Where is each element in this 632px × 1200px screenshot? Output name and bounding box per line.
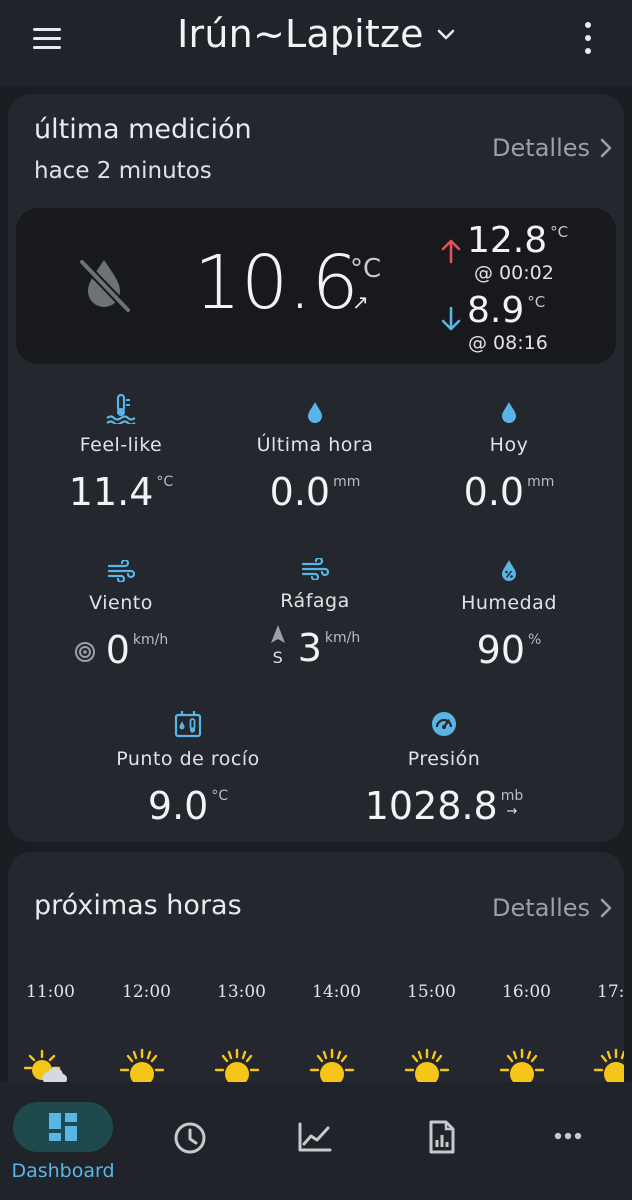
feel-like-metric: Feel-like 11.4 °C — [28, 390, 214, 514]
wind-label: Viento — [89, 592, 153, 614]
pressure-metric: Presión 1028.8 mb → — [324, 704, 564, 828]
nav-more[interactable] — [504, 1082, 632, 1200]
wind-icon — [301, 558, 329, 580]
current-conditions-card: última medición hace 2 minutos Detalles … — [8, 94, 624, 842]
more-horiz-icon — [554, 1132, 582, 1140]
clock-icon — [174, 1122, 206, 1154]
wind-direction-icon — [270, 625, 285, 643]
min-temperature-time: @ 08:16 — [468, 332, 548, 354]
feel-like-unit: °C — [156, 474, 174, 490]
gust-metric: Ráfaga S 3 km/h — [222, 546, 408, 670]
details-label: Detalles — [492, 894, 590, 922]
feel-like-value: 11.4 — [68, 470, 154, 514]
dew-point-icon — [174, 711, 202, 738]
gust-unit: km/h — [324, 630, 361, 646]
feel-like-label: Feel-like — [79, 434, 163, 456]
humidity-icon — [502, 560, 516, 581]
forecast-hour: 11:00 — [26, 982, 75, 1002]
dashboard-icon — [49, 1113, 77, 1141]
temperature-unit: °C — [350, 254, 382, 284]
pressure-value: 1028.8 — [364, 784, 498, 828]
last-hour-unit: mm — [333, 474, 361, 490]
more-vert-icon[interactable] — [578, 22, 598, 56]
forecast-hour: 14:00 — [312, 982, 361, 1002]
top-app-bar: Irún~Lapitze — [0, 0, 632, 86]
last-hour-label: Última hora — [256, 434, 374, 456]
gust-value: 3 — [297, 626, 322, 670]
forecast-hour: 13:00 — [217, 982, 266, 1002]
last-hour-rain-metric: Última hora 0.0 mm — [222, 390, 408, 514]
max-temperature-time: @ 00:02 — [474, 262, 554, 284]
gust-label: Ráfaga — [280, 590, 350, 612]
min-temperature-unit: °C — [527, 293, 546, 311]
forecast-hours[interactable]: 11:00 12:00 13:00 14:00 15:00 16:00 17:0… — [8, 982, 624, 1022]
humidity-label: Humedad — [461, 592, 557, 614]
humidity-unit: % — [528, 632, 542, 648]
pressure-trend: → — [506, 804, 518, 819]
max-temperature: 12.8 — [467, 220, 548, 261]
thermometer-water-icon — [106, 394, 136, 424]
temperature-trend: ↗ — [352, 290, 369, 314]
today-label: Hoy — [489, 434, 529, 456]
station-selector[interactable]: Irún~Lapitze — [0, 12, 632, 56]
bottom-navigation: Dashboard — [0, 1082, 632, 1200]
forecast-title: próximas horas — [34, 890, 242, 921]
details-label: Detalles — [492, 134, 590, 162]
pressure-label: Presión — [407, 748, 481, 770]
nav-dashboard[interactable]: Dashboard — [0, 1082, 126, 1200]
chevron-right-icon — [600, 138, 612, 158]
last-update: hace 2 minutos — [34, 158, 212, 184]
details-link[interactable]: Detalles — [492, 134, 612, 162]
humidity-metric: Humedad 90 % — [416, 548, 602, 672]
gauge-icon — [432, 712, 456, 736]
nav-history[interactable] — [126, 1082, 252, 1200]
wind-metric: Viento 0 km/h — [28, 548, 214, 672]
forecast-hour: 17:00 — [597, 982, 624, 1002]
today-rain-metric: Hoy 0.0 mm — [416, 390, 602, 514]
dew-point-value: 9.0 — [147, 784, 209, 828]
last-hour-value: 0.0 — [269, 470, 331, 514]
current-temperature: 10.6 — [194, 240, 359, 326]
humidity-value: 90 — [476, 628, 526, 672]
line-chart-icon — [298, 1122, 332, 1152]
no-rain-icon — [79, 259, 131, 313]
arrow-down-icon — [441, 306, 461, 331]
temperature-panel: 10.6 °C ↗ 12.8 °C @ 00:02 8.9 °C @ 08:16 — [16, 208, 616, 364]
water-drop-icon — [308, 402, 322, 423]
dew-point-label: Punto de rocío — [116, 748, 260, 770]
arrow-up-icon — [441, 239, 461, 264]
report-icon — [429, 1120, 455, 1154]
wind-unit: km/h — [132, 632, 169, 648]
wind-icon — [107, 560, 135, 582]
dew-point-metric: Punto de rocío 9.0 °C — [68, 704, 308, 828]
dew-point-unit: °C — [211, 788, 229, 804]
pressure-unit: mb — [500, 788, 524, 804]
chevron-down-icon — [437, 29, 455, 40]
gust-direction: S — [272, 648, 283, 667]
wind-calm-icon — [74, 642, 95, 662]
forecast-hour: 16:00 — [502, 982, 551, 1002]
forecast-hour: 12:00 — [122, 982, 171, 1002]
forecast-details-link[interactable]: Detalles — [492, 894, 612, 922]
nav-dashboard-label: Dashboard — [11, 1160, 115, 1182]
today-value: 0.0 — [463, 470, 525, 514]
min-temperature: 8.9 — [467, 290, 525, 331]
today-unit: mm — [527, 474, 555, 490]
card-title: última medición — [34, 114, 252, 145]
water-drop-icon — [502, 402, 516, 423]
station-title: Irún~Lapitze — [177, 12, 424, 56]
max-temperature-unit: °C — [550, 223, 569, 241]
nav-charts[interactable] — [252, 1082, 378, 1200]
wind-value: 0 — [105, 628, 130, 672]
chevron-right-icon — [600, 898, 612, 918]
forecast-hour: 15:00 — [407, 982, 456, 1002]
nav-reports[interactable] — [378, 1082, 504, 1200]
